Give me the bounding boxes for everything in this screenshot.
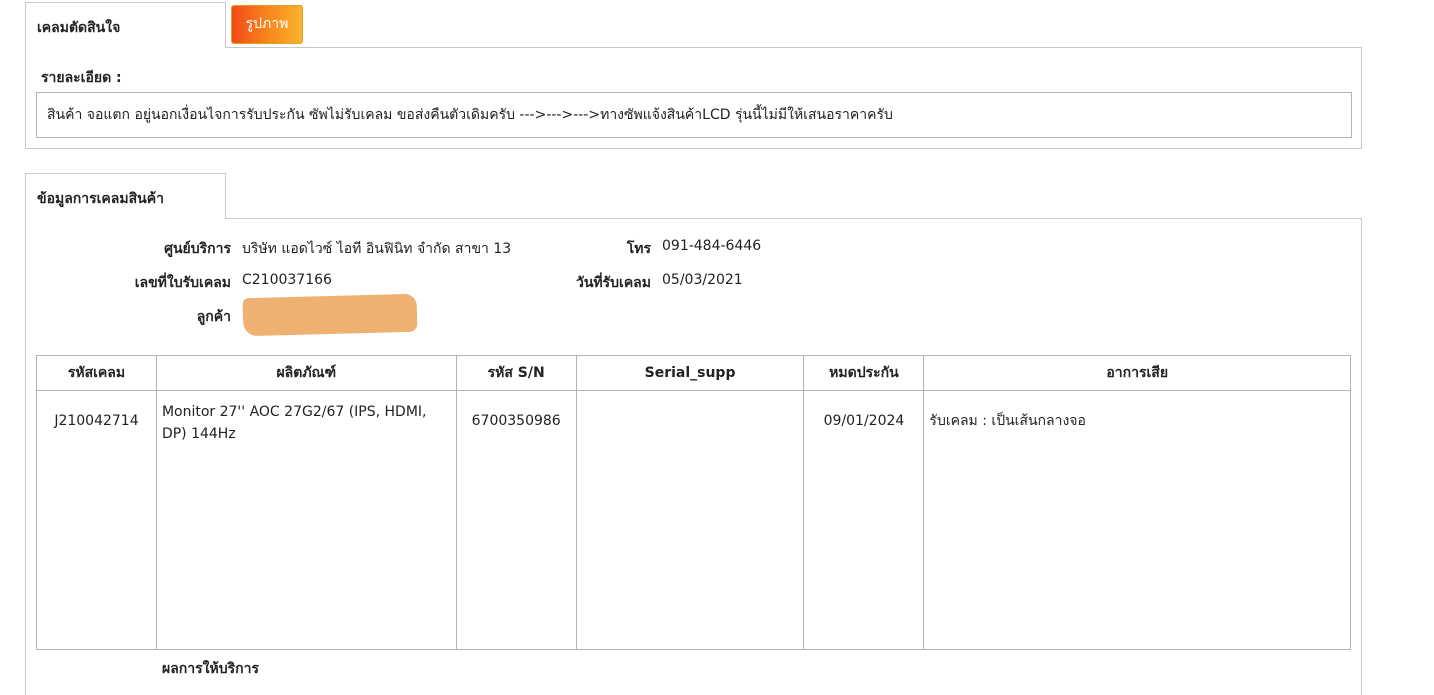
phone-value: 091-484-6446 (662, 238, 762, 254)
receipt-no-value: C210037166 (242, 272, 332, 288)
service-center-label: ศูนย์บริการ (164, 241, 231, 257)
tab-claim-info[interactable]: ข้อมูลการเคลมสินค้า (25, 173, 226, 219)
receipt-date-label: วันที่รับเคลม (575, 275, 651, 291)
receipt-date-value: 05/03/2021 (662, 272, 743, 288)
service-result-label: ผลการให้บริการ (162, 661, 259, 677)
header-serial-supp: Serial_supp (575, 355, 805, 391)
claim-decision-panel: รายละเอียด : สินค้า จอแตก อยู่นอกเงื่อนไ… (25, 47, 1362, 149)
image-button[interactable]: รูปภาพ (231, 5, 303, 44)
header-product: ผลิตภัณฑ์ (155, 355, 457, 391)
cell-product: Monitor 27'' AOC 27G2/67 (IPS, HDMI, DP)… (155, 390, 457, 650)
customer-label: ลูกค้า (196, 309, 231, 325)
cell-warranty-end: 09/01/2024 (803, 390, 925, 650)
customer-name-redaction (242, 293, 418, 337)
table-header-row: รหัสเคลม ผลิตภัณฑ์ รหัส S/N Serial_supp … (36, 355, 1351, 391)
header-warranty-end: หมดประกัน (803, 355, 925, 391)
tab-claim-decision[interactable]: เคลมตัดสินใจ (25, 2, 226, 48)
tab-claim-info-label: ข้อมูลการเคลมสินค้า (37, 191, 164, 207)
detail-text: สินค้า จอแตก อยู่นอกเงื่อนไจการรับประกัน… (36, 92, 1352, 138)
header-sn: รหัส S/N (455, 355, 577, 391)
cell-claim-code: J210042714 (36, 390, 157, 650)
service-center-value: บริษัท แอดไวซ์ ไอที อินฟินิท จำกัด สาขา … (242, 241, 512, 257)
tab-claim-decision-label: เคลมตัดสินใจ (37, 20, 121, 36)
header-claim-code: รหัสเคลม (36, 355, 157, 391)
phone-label: โทร (626, 241, 651, 257)
table-row: J210042714 Monitor 27'' AOC 27G2/67 (IPS… (36, 390, 1351, 650)
cell-sn: 6700350986 (455, 390, 577, 650)
cell-serial-supp (575, 390, 805, 650)
detail-label: รายละเอียด : (41, 70, 122, 86)
claims-table: รหัสเคลม ผลิตภัณฑ์ รหัส S/N Serial_supp … (36, 355, 1351, 650)
header-symptom: อาการเสีย (923, 355, 1351, 391)
cell-symptom: รับเคลม : เป็นเส้นกลางจอ (923, 390, 1351, 650)
receipt-no-label: เลขที่ใบรับเคลม (134, 275, 231, 291)
